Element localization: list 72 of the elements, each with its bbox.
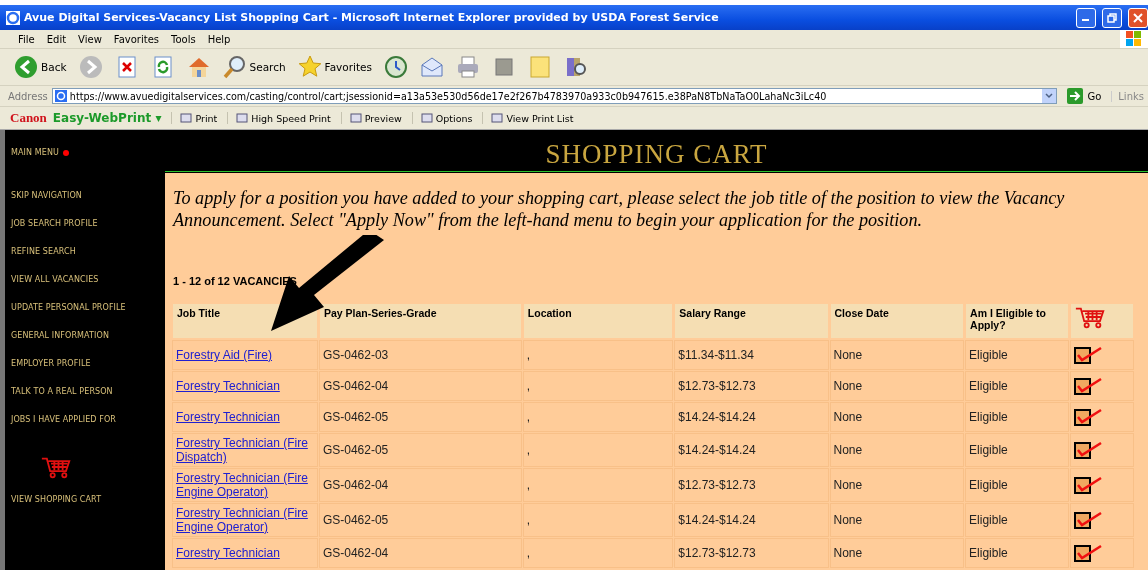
browser-icon [6, 10, 20, 25]
print-toolbar-button[interactable]: Preview [340, 112, 402, 124]
canon-logo: Canon [10, 110, 47, 126]
history-button[interactable] [382, 55, 410, 79]
back-icon [14, 55, 38, 79]
close-button[interactable] [1128, 7, 1148, 28]
sidebar-link[interactable]: UPDATE PERSONAL PROFILE [11, 303, 165, 331]
menu-item[interactable]: Help [201, 33, 237, 45]
print-toolbar-button[interactable]: Print [171, 112, 218, 124]
cart-icon [1074, 307, 1105, 329]
column-header: Close Date [830, 304, 964, 338]
main-menu-label[interactable]: MAIN MENU [11, 148, 59, 157]
arrow-icon [1067, 88, 1084, 104]
page-icon [420, 112, 433, 124]
page-icon [349, 112, 362, 124]
page-heading: SHOPPING CART [544, 138, 769, 169]
menu-item[interactable]: Favorites [107, 33, 165, 45]
print-toolbar-button[interactable]: High Speed Print [227, 112, 331, 124]
job-title-link[interactable]: Forestry Technician [176, 546, 280, 560]
page-icon [236, 112, 249, 124]
column-header: Pay Plan-Series-Grade [319, 304, 521, 338]
sidebar-link[interactable]: TALK TO A REAL PERSON [11, 387, 165, 415]
print-toolbar-button[interactable]: Options [411, 112, 473, 124]
address-label: Address [8, 90, 48, 102]
forward-icon [78, 55, 103, 79]
job-title-link[interactable]: Forestry Aid (Fire) [176, 348, 272, 362]
close-icon [1133, 12, 1143, 23]
menu-item[interactable]: Edit [40, 33, 73, 45]
status-dot [62, 149, 69, 156]
sidebar-link[interactable]: VIEW ALL VACANCIES [11, 275, 165, 303]
restore-icon [1107, 12, 1117, 23]
favorites-button[interactable]: Favorites [295, 55, 374, 79]
restore-button[interactable] [1102, 7, 1122, 28]
column-header: Salary Range [675, 304, 828, 338]
research-icon [564, 55, 588, 79]
sidebar-link[interactable]: SKIP NAVIGATION [11, 191, 165, 219]
search-icon [222, 55, 247, 79]
page-icon [491, 112, 504, 124]
history-icon [384, 55, 408, 79]
sidebar-link[interactable]: GENERAL INFORMATION [11, 331, 165, 359]
sidebar-link[interactable]: EMPLOYER PROFILE [11, 359, 165, 387]
minimize-button[interactable] [1076, 7, 1096, 28]
menu-item[interactable]: Tools [165, 33, 202, 45]
menu-item[interactable]: View [72, 33, 108, 45]
job-title-link[interactable]: Forestry Technician [176, 410, 280, 424]
job-title-link[interactable]: Forestry Technician (Fire Dispatch) [176, 436, 314, 464]
address-field[interactable]: https://www.avuedigitalservices.com/casting/control/cart;jsessionid=a13a53e530d56de17e2f267b4783970a933c0b947615.e38PaN8TbNaTaO0LahaNc3iLc40 [51, 88, 1058, 104]
menu-item[interactable]: File [12, 33, 41, 45]
note-icon [528, 55, 552, 79]
back-button[interactable]: Back [12, 55, 69, 79]
sidebar-link[interactable]: JOB SEARCH PROFILE [11, 219, 165, 247]
job-title-link[interactable]: Forestry Technician (Fire Engine Operator) [176, 471, 314, 499]
sidebar-link[interactable]: REFINE SEARCH [11, 247, 165, 275]
instructions-text: To apply for a position you have added to your shopping cart, please select the job title of the position to view the Vacancy Announcement. Select "Apply Now" from the left-hand menu to begin your application for the position. [173, 187, 1066, 231]
window-title: Avue Digital Services-Vacancy List Shopping Cart - Microsoft Internet Explorer provided by USDA Forest Service [24, 11, 720, 24]
mail-icon [420, 55, 444, 79]
favorites-icon [297, 55, 322, 79]
sidebar-link[interactable]: VIEW SHOPPING CART [11, 494, 165, 523]
job-title-link[interactable]: Forestry Technician (Fire Engine Operator) [176, 506, 314, 534]
column-header: Am I Eligible to Apply? [966, 304, 1068, 338]
search-button[interactable]: Search [220, 55, 288, 79]
print-icon [456, 55, 480, 79]
page-icon [54, 90, 67, 102]
go-button[interactable]: Go [1061, 88, 1108, 104]
cart-icon [41, 457, 71, 479]
column-header: Location [523, 304, 673, 338]
sidebar-link[interactable]: JOBS I HAVE APPLIED FOR [11, 415, 165, 443]
mail-button[interactable] [418, 55, 446, 79]
windows-logo-icon [1126, 31, 1142, 47]
print-toolbar-button[interactable]: View Print List [482, 112, 574, 124]
page-icon [180, 112, 193, 124]
job-title-link[interactable]: Forestry Technician [176, 379, 280, 393]
